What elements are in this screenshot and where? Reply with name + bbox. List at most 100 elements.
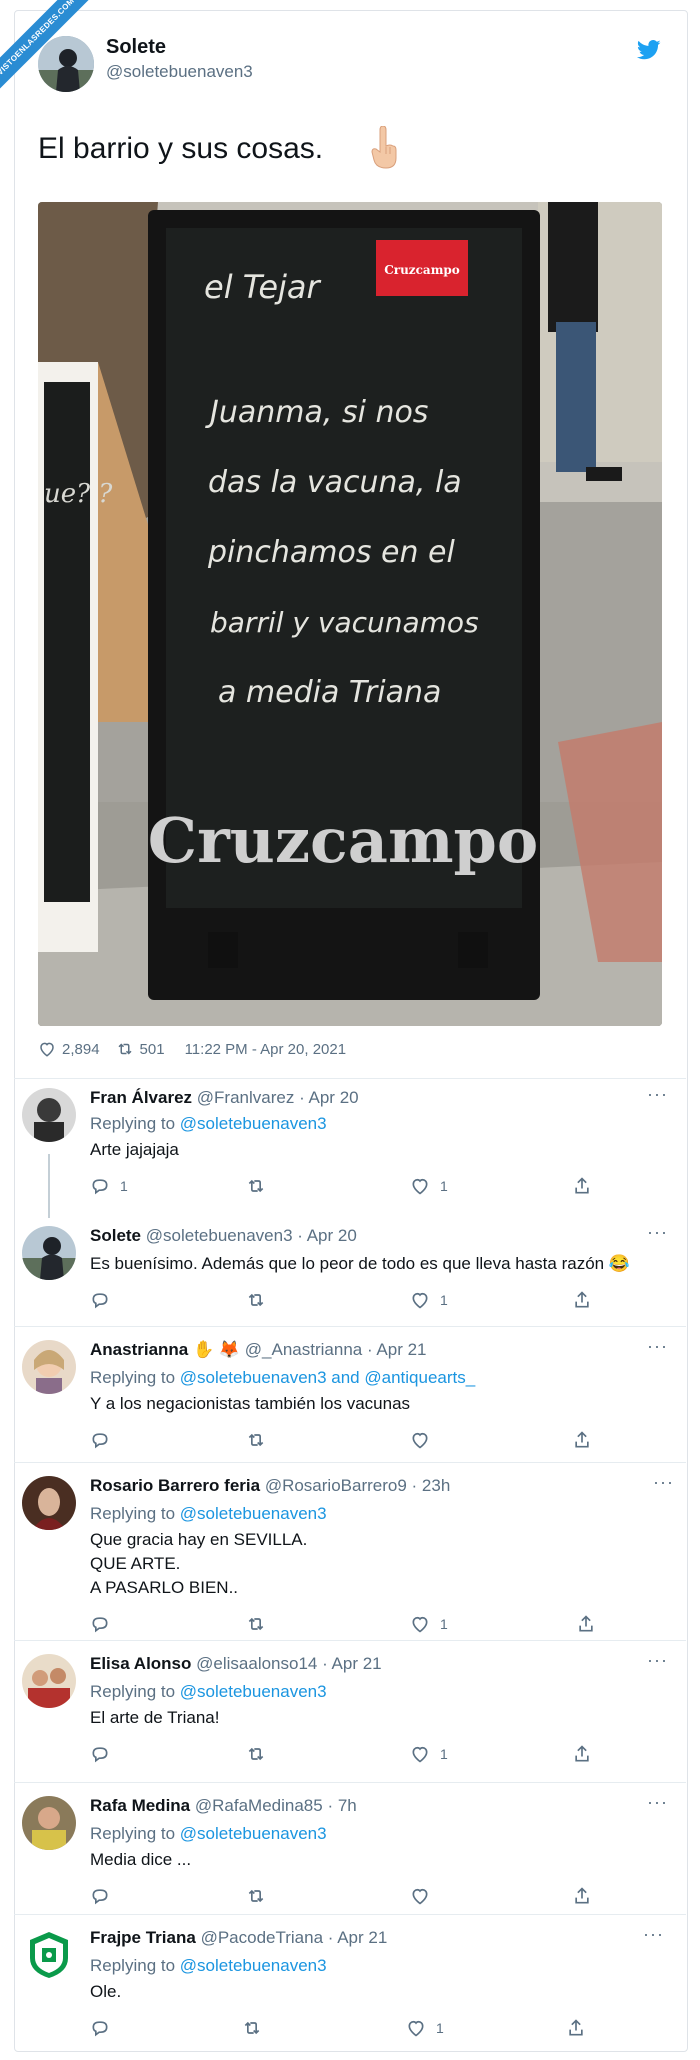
heart-icon[interactable]: [38, 1040, 56, 1058]
avatar[interactable]: [22, 1340, 76, 1394]
retweet-icon[interactable]: [116, 1040, 134, 1058]
avatar[interactable]: [22, 1226, 76, 1280]
reply-name[interactable]: Solete: [90, 1226, 141, 1245]
reply-handle[interactable]: @_Anastrianna: [245, 1340, 362, 1359]
reply-handle[interactable]: @RosarioBarrero9: [265, 1476, 407, 1495]
reply-item[interactable]: Rafa Medina @RafaMedina85 · 7h ··· Reply…: [14, 1792, 686, 1916]
share-icon[interactable]: [572, 1290, 592, 1310]
reply-actions: 1: [90, 1290, 590, 1312]
heart-icon[interactable]: [410, 1176, 430, 1196]
reply-icon[interactable]: [90, 1744, 110, 1764]
heart-icon[interactable]: [410, 1614, 430, 1634]
mention-link[interactable]: @soletebuenaven3: [180, 1824, 327, 1843]
retweet-icon[interactable]: [246, 1886, 266, 1906]
reply-name[interactable]: Rafa Medina: [90, 1796, 190, 1815]
avatar[interactable]: [22, 1928, 76, 1982]
replying-label: Replying to: [90, 1504, 176, 1523]
heart-icon[interactable]: [410, 1886, 430, 1906]
author-handle[interactable]: @soletebuenaven3: [106, 62, 253, 82]
mention-link[interactable]: @soletebuenaven3: [180, 1504, 327, 1523]
reply-item[interactable]: Elisa Alonso @elisaalonso14 · Apr 21 ···…: [14, 1650, 686, 1774]
reply-item[interactable]: Frajpe Triana @PacodeTriana · Apr 21 ···…: [14, 1924, 686, 2044]
retweet-icon[interactable]: [246, 1430, 266, 1450]
reply-handle[interactable]: @RafaMedina85: [195, 1796, 323, 1815]
share-icon[interactable]: [566, 2018, 586, 2038]
reply-item[interactable]: Fran Álvarez @Franlvarez · Apr 20 ··· Re…: [14, 1084, 686, 1198]
reply-name[interactable]: Rosario Barrero feria: [90, 1476, 260, 1495]
author-name[interactable]: Solete: [106, 36, 166, 59]
heart-icon[interactable]: [410, 1744, 430, 1764]
replying-label: Replying to: [90, 1114, 176, 1133]
reply-icon[interactable]: [90, 1176, 110, 1196]
reply-date[interactable]: Apr 21: [332, 1654, 382, 1673]
mention-link[interactable]: @soletebuenaven3: [180, 1956, 327, 1975]
reply-name[interactable]: Elisa Alonso: [90, 1654, 191, 1673]
reply-date[interactable]: Apr 21: [376, 1340, 426, 1359]
twitter-bird-icon[interactable]: [637, 40, 661, 60]
reply-icon[interactable]: [90, 1886, 110, 1906]
retweet-icon[interactable]: [242, 2018, 262, 2038]
board-footer: Cruzcampo: [148, 804, 539, 877]
reply-date[interactable]: 23h: [422, 1476, 450, 1495]
tweet-photo[interactable]: ue? ? Cruzcampo el Tejar Juanma, si nos …: [38, 202, 662, 1026]
heart-icon[interactable]: [406, 2018, 426, 2038]
more-icon[interactable]: ···: [643, 1924, 664, 1945]
page: VISTOENLASREDES.COM Solete @soletebuenav…: [0, 0, 700, 2060]
mention-link[interactable]: @soletebuenaven3 and @antiquearts_: [180, 1368, 475, 1387]
more-icon[interactable]: ···: [647, 1336, 668, 1357]
reply-date[interactable]: 7h: [338, 1796, 357, 1815]
retweet-icon[interactable]: [246, 1614, 266, 1634]
heart-icon[interactable]: [410, 1430, 430, 1450]
share-icon[interactable]: [572, 1430, 592, 1450]
avatar[interactable]: [22, 1796, 76, 1850]
heart-icon[interactable]: [410, 1290, 430, 1310]
retweet-icon[interactable]: [246, 1744, 266, 1764]
point-down-emoji: [371, 126, 397, 169]
like-count: 1: [436, 2020, 444, 2036]
reply-item[interactable]: Rosario Barrero feria @RosarioBarrero9 ·…: [14, 1472, 686, 1646]
reply-item[interactable]: Solete @soletebuenaven3 · Apr 20 ··· Es …: [14, 1222, 686, 1336]
share-icon[interactable]: [572, 1176, 592, 1196]
reply-date[interactable]: Apr 20: [307, 1226, 357, 1245]
reply-name[interactable]: Anastrianna: [90, 1340, 188, 1359]
more-icon[interactable]: ···: [647, 1650, 668, 1671]
tweet-timestamp[interactable]: 11:22 PM - Apr 20, 2021: [185, 1041, 347, 1058]
retweet-count: 501: [139, 1040, 165, 1058]
avatar[interactable]: [22, 1654, 76, 1708]
share-icon[interactable]: [576, 1614, 596, 1634]
divider: [14, 1782, 686, 1783]
reply-icon[interactable]: [90, 1430, 110, 1450]
reply-name[interactable]: Frajpe Triana: [90, 1928, 196, 1947]
reply-handle[interactable]: @elisaalonso14: [196, 1654, 317, 1673]
reply-date[interactable]: Apr 21: [337, 1928, 387, 1947]
more-icon[interactable]: ···: [647, 1222, 668, 1243]
reply-handle[interactable]: @Franlvarez: [197, 1088, 295, 1107]
share-icon[interactable]: [572, 1886, 592, 1906]
reply-handle[interactable]: @PacodeTriana: [201, 1928, 323, 1947]
share-icon[interactable]: [572, 1744, 592, 1764]
more-icon[interactable]: ···: [647, 1084, 668, 1105]
reply-icon[interactable]: [90, 2018, 110, 2038]
mention-link[interactable]: @soletebuenaven3: [180, 1114, 327, 1133]
reply-item[interactable]: Anastrianna ✋ 🦊 @_Anastrianna · Apr 21 ·…: [14, 1336, 686, 1460]
retweet-icon[interactable]: [246, 1176, 266, 1196]
divider: [14, 1462, 686, 1463]
reply-actions: [90, 1886, 590, 1908]
reply-date[interactable]: Apr 20: [309, 1088, 359, 1107]
reply-handle[interactable]: @soletebuenaven3: [146, 1226, 293, 1245]
like-count: 1: [440, 1178, 448, 1194]
reply-icon[interactable]: [90, 1614, 110, 1634]
more-icon[interactable]: ···: [647, 1792, 668, 1813]
author-avatar[interactable]: [38, 36, 94, 92]
retweet-icon[interactable]: [246, 1290, 266, 1310]
reply-name[interactable]: Fran Álvarez: [90, 1088, 192, 1107]
reply-icon[interactable]: [90, 1290, 110, 1310]
mention-link[interactable]: @soletebuenaven3: [180, 1682, 327, 1701]
more-icon[interactable]: ···: [653, 1472, 674, 1493]
avatar[interactable]: [22, 1088, 76, 1142]
reply-text: Es buenísimo. Además que lo peor de todo…: [90, 1254, 630, 1273]
replying-label: Replying to: [90, 1368, 176, 1387]
avatar[interactable]: [22, 1476, 76, 1530]
board-line-2: das la vacuna, la: [208, 465, 462, 500]
brand-badge: Cruzcampo: [384, 263, 460, 277]
